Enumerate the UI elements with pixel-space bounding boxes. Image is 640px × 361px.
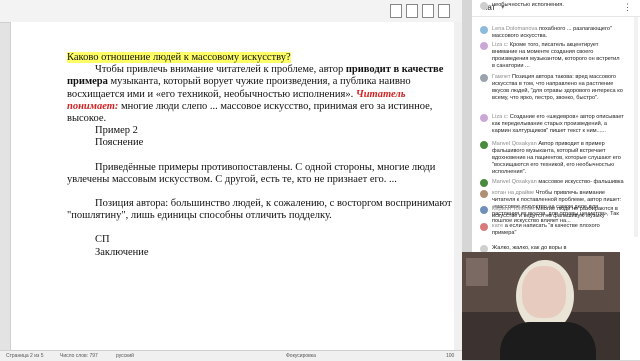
avatar[interactable] [480,74,488,82]
avatar[interactable] [480,114,488,122]
status-bar: Страница 2 из 5 Число слов: 797 русский … [0,350,462,361]
chat-message-body: Жалко, жалко, как до воры в [492,245,624,252]
explanation-heading: Пояснение [95,137,144,149]
person-shirt [500,322,596,360]
text-run: многие люди слепо ... массовое искусство… [67,100,433,125]
avatar[interactable] [480,190,488,198]
document-scrollbar[interactable] [454,22,462,350]
document-body[interactable]: Каково отношение людей к массовому искус… [67,52,455,259]
zoom-level[interactable]: 100 [446,353,454,359]
chat-author[interactable]: Lena Dolomanova [492,26,537,32]
avatar[interactable] [480,2,488,10]
chat-message-body: Liza с: Кроме того, писатель акцентирует… [492,42,624,70]
wall-poster [466,258,488,286]
chat-author[interactable]: Liza с: [492,42,508,48]
toolbar-button[interactable] [406,4,418,18]
toolbar-button[interactable] [422,4,434,18]
chat-author[interactable]: кате [492,223,503,229]
conclusion-heading: Заключение [95,246,149,258]
chat-message-body: Кирилл Топилин Многие люди не разбираютс… [492,206,624,220]
chat-scrollbar[interactable] [634,17,638,237]
chat-text: Жалко, жалко, как до воры в [492,245,567,251]
language-indicator[interactable]: русский [116,353,134,359]
webcam-overlay [462,252,620,360]
chat-text: а если написать "в качестве плохого прим… [492,223,600,236]
avatar[interactable] [480,179,488,187]
highlighted-question: Каково отношение людей к массовому искус… [67,52,291,63]
chat-text: Кроме того, писатель акцентирует внимани… [492,42,620,69]
avatar[interactable] [480,26,488,34]
chat-message-body: Гамлет Позиция автора такова: вред массо… [492,74,624,102]
chat-text: необычностью исполнения. [492,2,564,8]
avatar[interactable] [480,223,488,231]
person-face [522,266,566,318]
avatar[interactable] [480,141,488,149]
chat-author[interactable]: Кирилл Топилин [492,206,534,212]
chat-message-body: Manvel Qosakyan Автор приводит в пример … [492,141,624,176]
chat-message-body: кате а если написать "в качестве плохого… [492,223,624,237]
chat-message-body: Liza с: Создание его «шедевров» автор оп… [492,114,624,135]
sp-heading: СП [95,234,110,246]
toolbar-button[interactable] [390,4,402,18]
more-options-icon[interactable]: ⋮ [623,2,632,13]
chat-author[interactable]: Manvel Qosakyan [492,141,537,147]
chat-message-body: Manvel Qosakyan массовое искусство- фаль… [492,179,624,186]
chat-message-body: необычностью исполнения. [492,2,624,9]
chat-text: Создание его «шедевров» автор описывает … [492,114,624,134]
paragraph-example-1: Чтобы привлечь внимание читателей к проб… [67,64,455,125]
word-count: Число слов: 797 [60,353,98,359]
chat-author[interactable]: котан на драйве [492,190,534,196]
chat-text: Позиция автора такова: вред массового ис… [492,74,623,101]
paragraph-contrast: Приведённые примеры противопоставлены. С… [67,161,436,185]
chat-author[interactable]: Manvel Qosakyan [492,179,537,185]
paragraph-author-position: Позиция автора: большинство людей, к сож… [67,198,452,222]
chat-author[interactable]: Гамлет [492,74,510,80]
toolbar-button[interactable] [438,4,450,18]
page-counter: Страница 2 из 5 [6,353,44,359]
text-run: Чтобы привлечь внимание читателей к проб… [95,64,346,76]
document-page[interactable]: Каково отношение людей к массовому искус… [10,22,456,350]
chat-message-body: Lena Dolomanova похабного ... разлагающе… [492,26,624,40]
chat-author[interactable]: Liza с: [492,114,508,120]
example-2-heading: Пример 2 [95,125,138,137]
focus-mode-button[interactable]: Фокусировка [286,353,316,359]
document-area: Каково отношение людей к массовому искус… [0,0,462,350]
avatar[interactable] [480,206,488,214]
avatar[interactable] [480,42,488,50]
wall-poster [578,256,604,290]
chat-text: массовое искусство- фальшивка [538,179,624,185]
editor-toolbar [0,0,462,23]
